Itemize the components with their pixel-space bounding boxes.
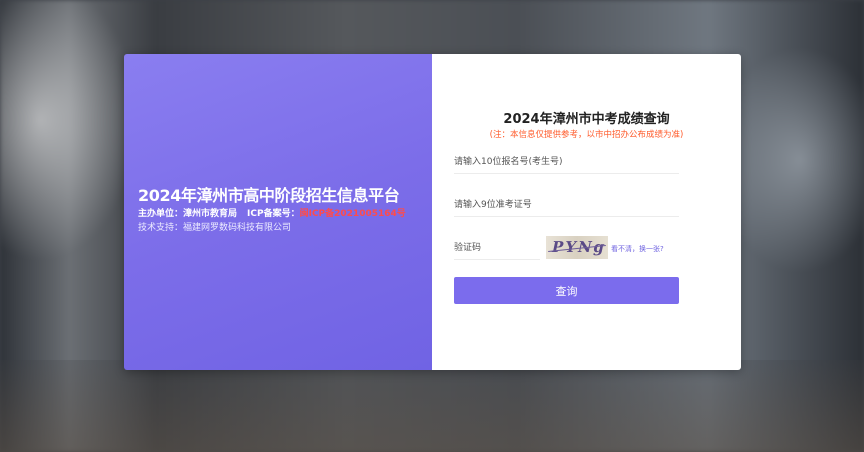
platform-info-panel: 2024年漳州市高中阶段招生信息平台 主办单位：漳州市教育局 ICP备案号：闽IC… bbox=[124, 54, 432, 370]
tech-support: 技术支持：福建网罗数码科技有限公司 bbox=[138, 223, 292, 233]
captcha-refresh-link[interactable]: 看不清，换一张? bbox=[611, 244, 664, 254]
form-title: 2024年漳州市中考成绩查询 bbox=[503, 112, 670, 127]
form-note: (注：本信息仅提供参考，以市中招办公布成绩为准) bbox=[489, 130, 684, 140]
background-floor bbox=[0, 360, 864, 452]
registration-number-input[interactable] bbox=[454, 151, 679, 174]
icp-label: ICP备案号： bbox=[247, 209, 300, 219]
platform-title: 2024年漳州市高中阶段招生信息平台 bbox=[138, 186, 400, 205]
query-button[interactable]: 查询 bbox=[454, 277, 679, 304]
host-info: 主办单位：漳州市教育局 ICP备案号：闽ICP备2021005164号 bbox=[138, 206, 428, 219]
captcha-image[interactable]: PYNg bbox=[546, 236, 608, 259]
host-label: 主办单位： bbox=[138, 209, 184, 219]
host-value: 漳州市教育局 bbox=[183, 209, 238, 219]
login-card: 2024年漳州市高中阶段招生信息平台 主办单位：漳州市教育局 ICP备案号：闽IC… bbox=[124, 54, 741, 370]
exam-ticket-input[interactable] bbox=[454, 194, 679, 217]
captcha-input[interactable] bbox=[454, 237, 540, 260]
icp-number-link[interactable]: 闽ICP备2021005164号 bbox=[300, 209, 406, 219]
query-form-panel: 2024年漳州市中考成绩查询 (注：本信息仅提供参考，以市中招办公布成绩为准) … bbox=[432, 54, 741, 370]
